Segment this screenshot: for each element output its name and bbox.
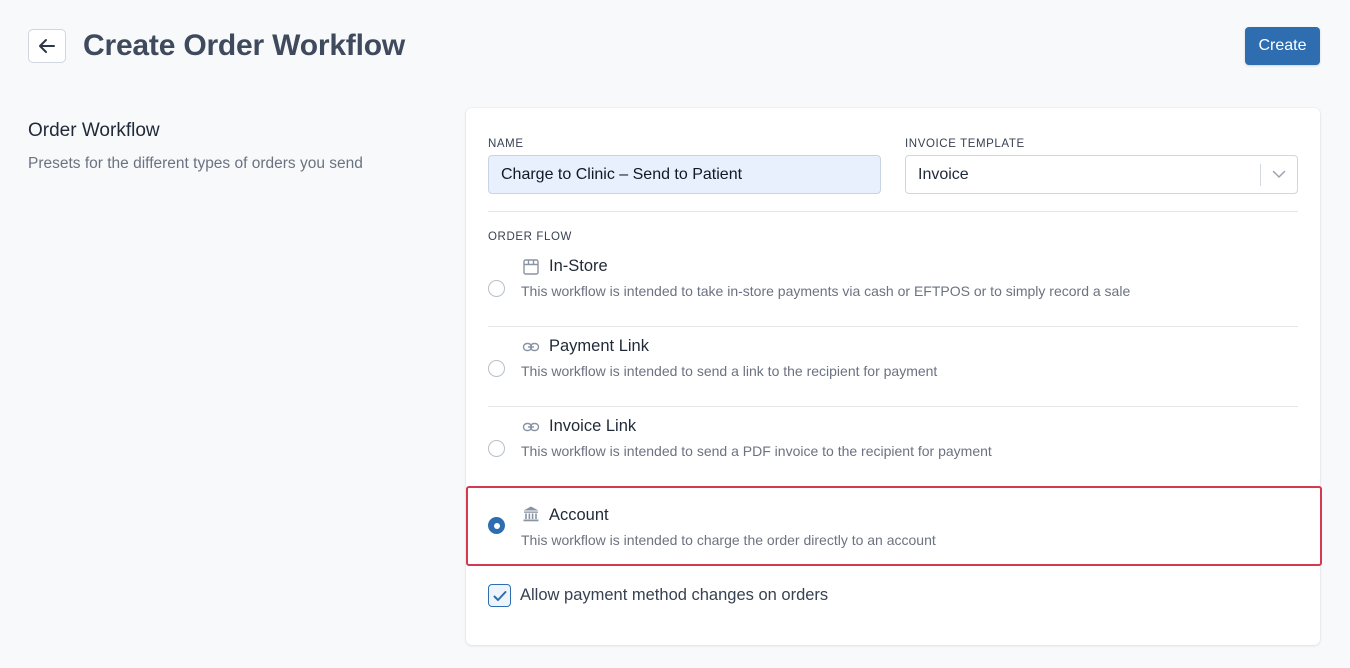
- radio-account[interactable]: [488, 517, 505, 534]
- option-title: In-Store: [549, 257, 608, 275]
- back-button[interactable]: [28, 29, 66, 63]
- workflow-form-card: NAME INVOICE TEMPLATE Invoice ORDER FLOW…: [466, 108, 1322, 645]
- name-input[interactable]: [488, 155, 881, 194]
- radio-payment-link[interactable]: [488, 360, 505, 377]
- radio-invoice-link[interactable]: [488, 440, 505, 457]
- checkmark-icon: [493, 590, 506, 601]
- section-description: Presets for the different types of order…: [28, 155, 363, 172]
- name-label: NAME: [488, 138, 524, 150]
- page-title: Create Order Workflow: [83, 29, 405, 62]
- order-flow-option-payment-link[interactable]: Payment Link This workflow is intended t…: [488, 327, 1298, 407]
- allow-payment-method-changes-row[interactable]: Allow payment method changes on orders: [488, 584, 828, 607]
- section-title: Order Workflow: [28, 120, 160, 141]
- invoice-template-value: Invoice: [918, 165, 969, 183]
- order-flow-option-invoice-link[interactable]: Invoice Link This workflow is intended t…: [488, 407, 1298, 487]
- order-flow-label: ORDER FLOW: [488, 231, 572, 243]
- invoice-template-label: INVOICE TEMPLATE: [905, 138, 1025, 150]
- order-flow-option-in-store[interactable]: In-Store This workflow is intended to ta…: [488, 247, 1298, 327]
- radio-in-store[interactable]: [488, 280, 505, 297]
- option-title: Invoice Link: [549, 417, 637, 435]
- link-icon: [522, 422, 540, 432]
- bank-icon: [523, 506, 539, 522]
- option-description: This workflow is intended to send a link…: [521, 363, 938, 379]
- arrow-left-icon: [39, 39, 55, 53]
- order-flow-option-account[interactable]: Account This workflow is intended to cha…: [466, 486, 1322, 566]
- page: Create Order Workflow Create Order Workf…: [0, 0, 1350, 668]
- create-button[interactable]: Create: [1245, 27, 1320, 65]
- option-description: This workflow is intended to take in-sto…: [521, 283, 1131, 299]
- invoice-template-select[interactable]: Invoice: [905, 155, 1298, 194]
- chevron-down-icon[interactable]: [1261, 170, 1297, 179]
- option-description: This workflow is intended to send a PDF …: [521, 443, 992, 459]
- option-title: Payment Link: [549, 337, 649, 355]
- option-description: This workflow is intended to charge the …: [521, 532, 936, 548]
- link-icon: [522, 342, 540, 352]
- store-icon: [523, 259, 539, 275]
- divider: [488, 211, 1298, 212]
- allow-payment-method-changes-checkbox[interactable]: [488, 584, 511, 607]
- allow-payment-method-changes-label: Allow payment method changes on orders: [520, 586, 829, 604]
- option-title: Account: [549, 506, 609, 524]
